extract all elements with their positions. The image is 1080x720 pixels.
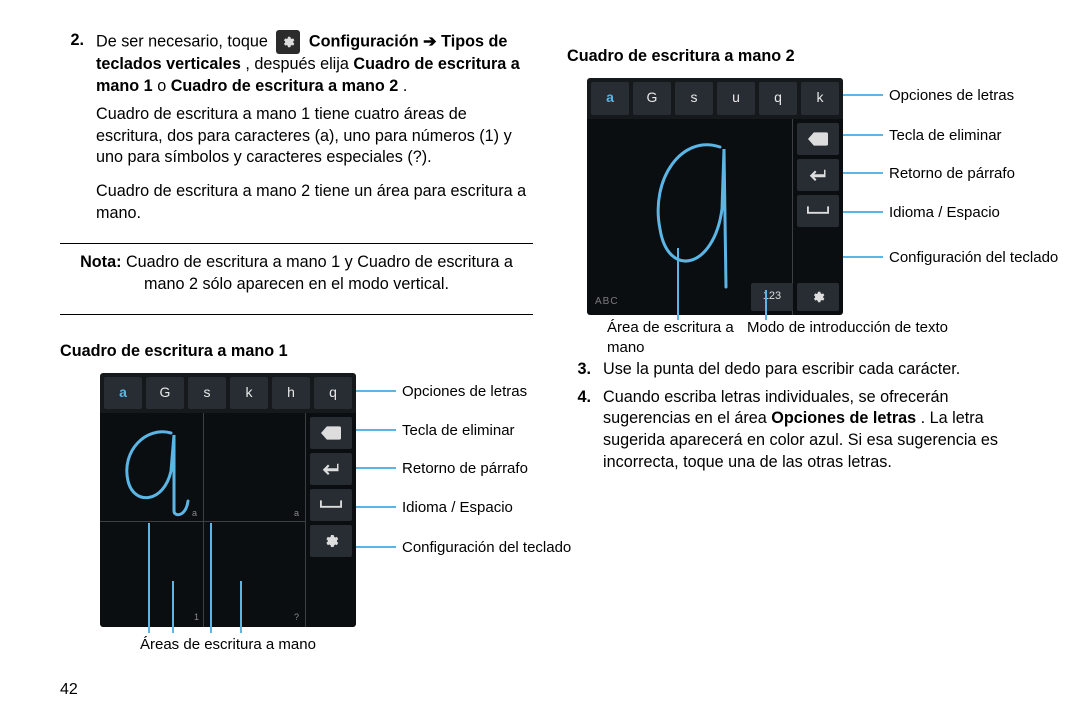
- callout-space: Idioma / Espacio: [889, 203, 1000, 223]
- letter-key[interactable]: G: [146, 377, 184, 410]
- letter-key[interactable]: h: [272, 377, 310, 410]
- leader: [843, 211, 883, 213]
- leader: [843, 134, 883, 136]
- leader: [210, 523, 212, 633]
- letter-key[interactable]: q: [314, 377, 352, 410]
- callout-letters: Opciones de letras: [889, 86, 1014, 106]
- letter-key[interactable]: q: [759, 82, 797, 115]
- step-number: 2.: [60, 30, 84, 225]
- callout-return: Retorno de párrafo: [402, 459, 528, 479]
- callout-return: Retorno de párrafo: [889, 164, 1015, 184]
- letter-options-row: a G s k h q: [100, 373, 356, 414]
- callout-space: Idioma / Espacio: [402, 498, 513, 518]
- delete-key[interactable]: [310, 417, 352, 449]
- letter-key[interactable]: s: [675, 82, 713, 115]
- abc-label: ABC: [595, 295, 619, 309]
- leader: [240, 581, 242, 633]
- leader: [356, 546, 396, 548]
- delete-key[interactable]: [797, 123, 839, 155]
- letter-key[interactable]: s: [188, 377, 226, 410]
- callout-area: Área de escritura a mano: [607, 318, 747, 359]
- callout-delete: Tecla de eliminar: [889, 126, 1002, 146]
- area-label: 1: [194, 611, 199, 623]
- callout-areas: Áreas de escritura a mano: [140, 635, 316, 655]
- callout-textmode: Modo de introducción de texto: [747, 318, 948, 338]
- right-column: Cuadro de escritura a mano 2 a G s u q k…: [567, 30, 1040, 627]
- text-mode-key[interactable]: 123: [751, 283, 793, 311]
- text: o: [157, 77, 171, 95]
- note-text: Cuadro de escritura a mano 1 y Cuadro de…: [121, 253, 512, 293]
- handwriting-area[interactable]: a a 1 ?: [100, 413, 356, 627]
- section-title-1: Cuadro de escritura a mano 1: [60, 341, 533, 363]
- text: , después elija: [245, 55, 353, 73]
- text: .: [403, 77, 408, 95]
- callout-delete: Tecla de eliminar: [402, 421, 515, 441]
- leader: [677, 248, 679, 320]
- area-label: ?: [294, 611, 299, 623]
- area-label: a: [294, 507, 299, 519]
- note-label: Nota:: [80, 253, 121, 271]
- rule: [60, 314, 533, 315]
- leader: [843, 94, 883, 96]
- letter-key[interactable]: u: [717, 82, 755, 115]
- text: De ser necesario, toque: [96, 32, 272, 50]
- leader: [356, 506, 396, 508]
- leader: [843, 256, 883, 258]
- figure-1: a G s k h q a a 1 ?: [100, 373, 533, 628]
- guide: [203, 521, 204, 627]
- step-body: Use la punta del dedo para escribir cada…: [603, 359, 1040, 381]
- page-number: 42: [60, 681, 78, 699]
- return-key[interactable]: [310, 453, 352, 485]
- figure-2: a G s u q k ABC 123 Opciones de le: [587, 78, 1040, 315]
- settings-key[interactable]: [310, 525, 352, 557]
- letter-key[interactable]: a: [104, 377, 142, 410]
- space-key[interactable]: [310, 489, 352, 521]
- settings-key[interactable]: [797, 283, 839, 311]
- rule: [60, 243, 533, 244]
- note: Nota: Cuadro de escritura a mano 1 y Cua…: [60, 252, 533, 296]
- step-4: 4. Cuando escriba letras individuales, s…: [567, 387, 1040, 474]
- gear-icon: [276, 30, 300, 54]
- letter-key[interactable]: k: [801, 82, 839, 115]
- leader: [356, 467, 396, 469]
- leader: [843, 172, 883, 174]
- step-body: De ser necesario, toque Configuración ➔ …: [96, 30, 533, 225]
- paragraph: Cuadro de escritura a mano 2 tiene un ár…: [96, 181, 533, 225]
- letter-key[interactable]: k: [230, 377, 268, 410]
- left-column: 2. De ser necesario, toque Configuración…: [60, 30, 533, 627]
- return-key[interactable]: [797, 159, 839, 191]
- callout-config: Configuración del teclado: [402, 538, 542, 558]
- step-number: 3.: [567, 359, 591, 381]
- letter-key[interactable]: G: [633, 82, 671, 115]
- letter-options-row: a G s u q k: [587, 78, 843, 119]
- leader: [356, 429, 396, 431]
- leader: [356, 390, 396, 392]
- handwriting-stroke: [116, 421, 194, 528]
- handwriting-area[interactable]: ABC 123: [587, 119, 843, 315]
- handwriting-stroke: [642, 129, 752, 306]
- paragraph: Cuadro de escritura a mano 1 tiene cuatr…: [96, 104, 533, 170]
- step-3: 3. Use la punta del dedo para escribir c…: [567, 359, 1040, 381]
- step-2: 2. De ser necesario, toque Configuración…: [60, 30, 533, 225]
- text-bold: Cuadro de escritura a mano 2: [171, 77, 399, 95]
- section-title-2: Cuadro de escritura a mano 2: [567, 46, 1040, 68]
- leader: [148, 523, 150, 633]
- leader: [172, 581, 174, 633]
- guide: [203, 413, 204, 521]
- callout-config: Configuración del teclado: [889, 248, 1029, 268]
- step-body: Cuando escriba letras individuales, se o…: [603, 387, 1040, 474]
- space-key[interactable]: [797, 195, 839, 227]
- text-bold: Opciones de letras: [771, 409, 916, 427]
- leader: [765, 290, 767, 320]
- guide: [305, 413, 306, 627]
- step-number: 4.: [567, 387, 591, 474]
- callout-letters: Opciones de letras: [402, 382, 527, 402]
- letter-key[interactable]: a: [591, 82, 629, 115]
